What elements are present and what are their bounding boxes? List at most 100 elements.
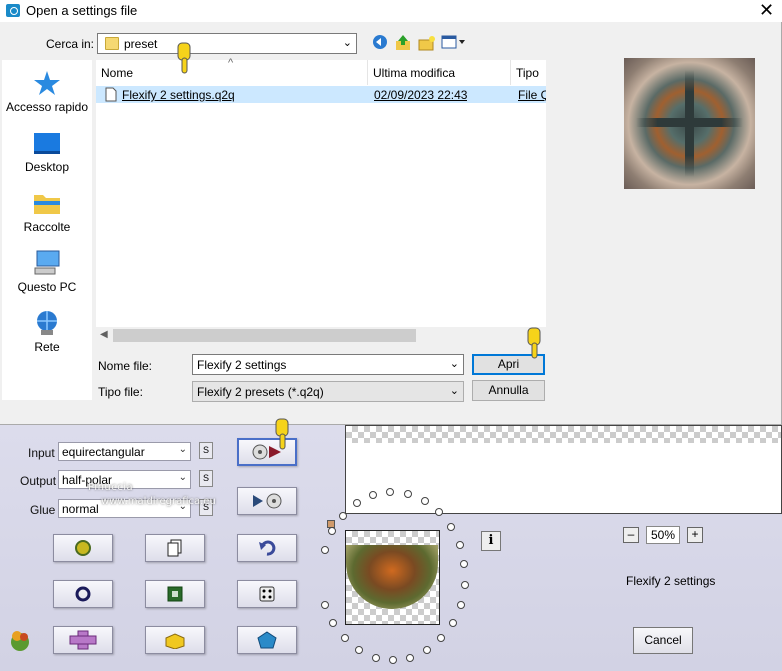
place-label: Raccolte [23,220,71,234]
look-in-select[interactable]: preset ⌄ [97,33,357,54]
title-bar: Open a settings file ✕ [0,0,782,22]
zoom-in-button[interactable]: + [687,527,703,543]
zoom-value: 50% [646,526,680,544]
chevron-down-icon: ⌄ [342,37,352,49]
undo-button[interactable] [237,534,297,562]
scrollbar-thumb[interactable] [113,329,416,342]
pentagon-icon [257,631,277,649]
dialog-title: Open a settings file [26,3,138,18]
zoom-out-button[interactable]: – [623,527,639,543]
chevron-down-icon: ⌄ [449,385,459,397]
star-icon [33,70,61,96]
dial-dot[interactable] [406,653,415,662]
plus-button[interactable] [53,626,113,654]
disc-save-icon [253,493,282,509]
dial-dot[interactable] [338,511,347,520]
dial-dot[interactable] [456,600,465,609]
input-label: Input [28,446,55,460]
new-folder-icon[interactable] [418,34,436,52]
file-type: File Q [518,88,546,102]
copy-icon [167,539,182,557]
chip-button[interactable] [145,580,205,608]
output-s-button[interactable]: S [199,470,213,487]
copy-button[interactable] [145,534,205,562]
block-button[interactable] [145,626,205,654]
chevron-down-icon: ⌄ [178,444,187,455]
look-in-label: Cerca in: [46,37,95,51]
dial-dot[interactable] [389,656,397,664]
preset-name: Flexify 2 settings [626,574,716,588]
chevron-down-icon: ⌄ [178,472,187,483]
dice-button[interactable] [237,580,297,608]
chip-icon [167,586,183,602]
chevron-down-icon: ⌄ [449,358,459,370]
preview-canvas [345,425,782,514]
dial-dot[interactable] [371,653,380,662]
ring-button[interactable] [53,580,113,608]
place-rete[interactable]: Rete [2,310,92,356]
folder-icon [33,190,61,216]
file-row[interactable]: Flexify 2 settings.q2q 02/09/2023 22:43 … [96,86,546,103]
dial-dot[interactable] [422,646,431,655]
open-file-dialog: Open a settings file ✕ Cerca in: preset … [0,0,782,425]
place-desktop[interactable]: Desktop [2,130,92,176]
randomize-button[interactable] [53,534,113,562]
dial-dot[interactable] [460,580,469,589]
brick-icon [165,633,185,649]
dial-dot[interactable] [435,507,444,516]
undo-icon [259,540,276,556]
settings-preview-image [624,58,755,189]
file-list: Nome ^ Ultima modifica Tipo Flexify 2 se… [96,57,546,344]
dial-dot[interactable] [447,522,456,531]
horizontal-scrollbar[interactable]: ◀ [96,327,546,344]
dial-dot[interactable] [455,540,464,549]
column-modified[interactable]: Ultima modifica [368,60,511,85]
computer-icon [33,250,61,276]
folder-icon [105,37,119,50]
pointing-hand-icon [275,418,289,450]
thumbnail-preview [345,530,440,625]
column-type[interactable]: Tipo [511,60,546,85]
filetype-value: Flexify 2 presets (*.q2q) [197,385,324,399]
plugin-cancel-button[interactable]: Cancel [633,627,693,654]
dialog-cancel-button[interactable]: Annulla [472,380,545,401]
look-in-value: preset [124,37,158,51]
places-sidebar: Accesso rapido Desktop Raccolte Questo PC Re… [2,60,92,400]
pentagon-button[interactable] [237,626,297,654]
filename-field[interactable]: Flexify 2 settings ⌄ [192,354,464,375]
place-questo-pc[interactable]: Questo PC [2,250,92,296]
place-raccolte[interactable]: Raccolte [2,190,92,236]
view-menu-icon[interactable] [441,34,467,52]
scroll-left-icon[interactable]: ◀ [100,329,108,340]
input-s-button[interactable]: S [199,442,213,459]
info-button[interactable]: i [481,531,501,551]
filetype-label: Tipo file: [98,385,143,399]
pointing-hand-icon [527,327,541,359]
flexify-logo-icon [8,628,32,652]
file-name: Flexify 2 settings.q2q [122,88,235,102]
wheel-icon [75,540,91,556]
place-label: Accesso rapido [5,100,89,114]
place-label: Rete [34,340,60,354]
dial-dot[interactable] [320,546,329,555]
close-icon[interactable]: ✕ [759,0,774,20]
dial-dot[interactable] [403,489,412,498]
input-select[interactable]: equirectangular ⌄ [58,442,191,461]
ring-icon [75,586,91,602]
app-icon [6,4,20,17]
dice-icon [259,586,275,602]
save-settings-button[interactable] [237,487,297,515]
up-folder-icon[interactable] [394,34,412,52]
dial-dot[interactable] [420,496,429,505]
cross-icon [69,630,97,650]
output-label: Output [20,474,57,488]
dial-dot[interactable] [448,618,457,627]
place-label: Questo PC [17,280,77,294]
filename-value: Flexify 2 settings [197,358,287,372]
filetype-select[interactable]: Flexify 2 presets (*.q2q) ⌄ [192,381,464,402]
place-accesso-rapido[interactable]: Accesso rapido [2,70,92,116]
glue-label: Glue [30,503,56,517]
back-arrow-icon[interactable] [371,34,389,52]
watermark-url: www.maldiregrafica.eu [101,496,216,507]
place-label: Desktop [24,160,70,174]
